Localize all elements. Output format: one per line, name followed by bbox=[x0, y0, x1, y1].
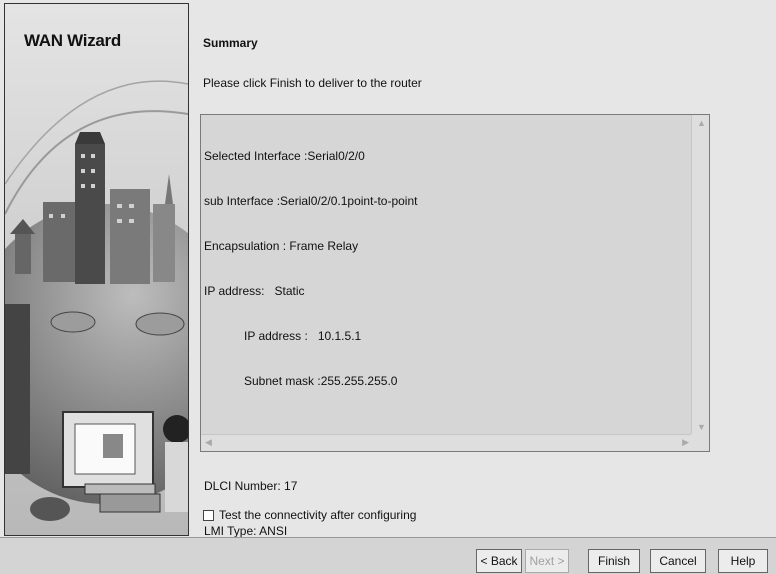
instruction-text: Please click Finish to deliver to the ro… bbox=[203, 76, 422, 90]
scroll-right-icon[interactable]: ▶ bbox=[682, 437, 689, 448]
summary-line: Subnet mask :255.255.255.0 bbox=[204, 374, 398, 388]
summary-heading: Summary bbox=[203, 36, 258, 50]
test-connectivity-checkbox[interactable] bbox=[203, 509, 214, 521]
test-connectivity-label: Test the connectivity after configuring bbox=[219, 508, 417, 522]
next-button[interactable]: Next > bbox=[525, 549, 569, 573]
summary-content: Selected Interface :Serial0/2/0 sub Inte… bbox=[204, 119, 417, 569]
scroll-up-icon[interactable]: ▲ bbox=[697, 118, 706, 128]
summary-line: sub Interface :Serial0/2/0.1point-to-poi… bbox=[204, 194, 418, 208]
horizontal-scrollbar[interactable]: ◀ ▶ bbox=[201, 434, 693, 451]
scrollbar-corner bbox=[691, 434, 709, 451]
wan-wizard-window: WAN Wizard Summary Please click Finish t… bbox=[0, 0, 776, 574]
vertical-scrollbar[interactable]: ▲ ▼ bbox=[691, 115, 709, 435]
test-connectivity-option[interactable]: Test the connectivity after configuring bbox=[203, 508, 416, 522]
cancel-button[interactable]: Cancel bbox=[650, 549, 706, 573]
summary-line: IP address : 10.1.5.1 bbox=[204, 329, 362, 343]
summary-line: Encapsulation : Frame Relay bbox=[204, 239, 359, 253]
scroll-left-icon[interactable]: ◀ bbox=[205, 437, 212, 448]
scroll-down-icon[interactable]: ▼ bbox=[697, 422, 706, 432]
help-button[interactable]: Help bbox=[718, 549, 768, 573]
back-button[interactable]: < Back bbox=[476, 549, 522, 573]
summary-line: DLCI Number: 17 bbox=[204, 479, 298, 493]
summary-text-area[interactable]: Selected Interface :Serial0/2/0 sub Inte… bbox=[200, 114, 710, 538]
wizard-title: WAN Wizard bbox=[24, 31, 121, 50]
summary-line: Selected Interface :Serial0/2/0 bbox=[204, 149, 365, 163]
city-network-illustration bbox=[5, 4, 188, 535]
finish-button[interactable]: Finish bbox=[588, 549, 640, 573]
summary-line: IP address: Static bbox=[204, 284, 305, 298]
button-bar: < Back Next > Finish Cancel Help bbox=[0, 537, 776, 574]
wizard-illustration-panel: WAN Wizard bbox=[4, 3, 189, 536]
